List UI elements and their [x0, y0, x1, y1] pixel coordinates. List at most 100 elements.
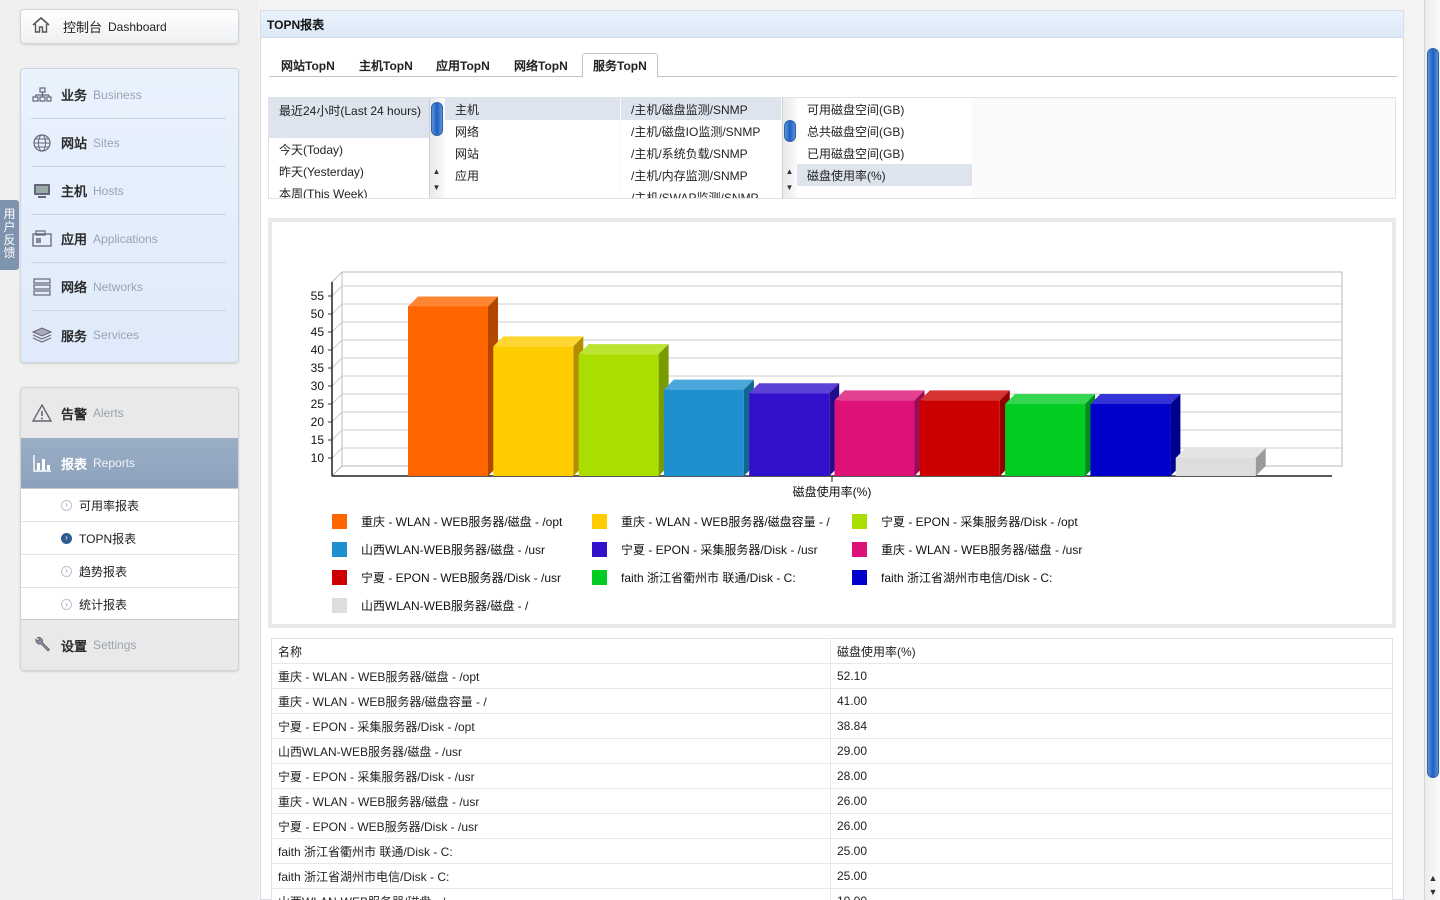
list-item[interactable]: 总共磁盘空间(GB) — [797, 120, 972, 142]
scroll-thumb[interactable] — [431, 102, 443, 136]
scroll-down-icon[interactable]: ▼ — [430, 182, 443, 194]
feedback-tab[interactable]: 用户反馈 — [0, 200, 19, 270]
type-list[interactable]: 主机 网络 网站 应用 — [445, 98, 620, 198]
table-row: 山西WLAN-WEB服务器/磁盘 - /10.00 — [272, 888, 1392, 900]
chevron-right-icon: › — [61, 599, 72, 610]
nav-label-zh: 报表 — [61, 456, 88, 472]
nav-label-zh: 告警 — [61, 406, 88, 422]
list-item[interactable]: 昨天(Yesterday) — [269, 160, 429, 182]
nav-item-business[interactable]: 业务 Business — [31, 71, 226, 119]
list-item[interactable]: 网络 — [445, 120, 620, 142]
y-tick-label: 50 — [311, 307, 325, 321]
secondary-nav: 告警 Alerts 报表 Reports › 可用率报表 › TOPN报表 › 趋势报… — [20, 387, 239, 671]
chevron-right-icon: › — [61, 499, 72, 511]
legend-label: 山西WLAN-WEB服务器/磁盘 - /usr — [361, 542, 545, 557]
y-tick-label: 35 — [311, 361, 325, 375]
monitor-list-scrollbar[interactable]: ▲ ▼ — [782, 98, 796, 198]
list-item[interactable]: 主机 — [445, 98, 620, 120]
list-item[interactable]: /主机/SWAP监测/SNMP — [621, 186, 781, 199]
cell-value: 25.00 — [837, 844, 868, 858]
dashboard-label-en: Dashboard — [108, 19, 167, 34]
cell-value: 25.00 — [837, 869, 868, 883]
metric-list[interactable]: 可用磁盘空间(GB) 总共磁盘空间(GB) 已用磁盘空间(GB) 磁盘使用率(%… — [797, 98, 972, 198]
list-item[interactable]: 已用磁盘空间(GB) — [797, 142, 972, 164]
nav-item-sites[interactable]: 网站 Sites — [31, 119, 226, 167]
time-range-list[interactable]: 最近24小时(Last 24 hours) 今天(Today) 昨天(Yeste… — [269, 98, 429, 198]
nav-label-zh: 业务 — [61, 88, 88, 103]
legend-swatch — [332, 570, 347, 585]
nav-item-hosts[interactable]: 主机 Hosts — [31, 167, 226, 215]
list-item[interactable]: 网站 — [445, 142, 620, 164]
reports-submenu: › 可用率报表 › TOPN报表 › 趋势报表 › 统计报表 — [21, 488, 238, 620]
legend-swatch — [332, 598, 347, 613]
nav-item-alerts[interactable]: 告警 Alerts — [21, 388, 238, 438]
list-item[interactable]: /主机/系统负载/SNMP — [621, 142, 781, 164]
bar — [919, 400, 1000, 476]
scroll-up-icon[interactable]: ▲ — [430, 166, 443, 178]
bar-top — [919, 390, 1010, 401]
list-item[interactable]: 最近24小时(Last 24 hours) — [269, 98, 429, 138]
services-icon — [31, 325, 53, 345]
list-item[interactable]: 可用磁盘空间(GB) — [797, 98, 972, 120]
bar-top — [663, 379, 754, 390]
column-header-name: 名称 — [272, 638, 831, 664]
dashboard-link[interactable]: 控制台 Dashboard — [20, 9, 239, 44]
nav-label-zh: 主机 — [61, 184, 88, 199]
nav-item-settings[interactable]: 设置 Settings — [21, 620, 238, 670]
list-item[interactable]: /主机/内存监测/SNMP — [621, 164, 781, 186]
page-scrollbar[interactable]: ▲ ▼ — [1424, 0, 1440, 900]
list-item[interactable]: 应用 — [445, 164, 620, 186]
scroll-up-icon[interactable]: ▲ — [783, 166, 796, 178]
tab-network-topn[interactable]: 网络TopN — [504, 53, 578, 77]
scroll-thumb[interactable] — [784, 120, 796, 142]
nav-label-zh: 设置 — [61, 638, 88, 654]
network-icon — [31, 277, 53, 297]
list-item[interactable]: 磁盘使用率(%) — [797, 164, 972, 186]
nav-item-services[interactable]: 服务 Services — [31, 311, 226, 359]
cell-name: 重庆 - WLAN - WEB服务器/磁盘 - /usr — [272, 788, 831, 814]
submenu-label: 趋势报表 — [79, 564, 128, 579]
y-tick-label: 15 — [311, 433, 325, 447]
tab-service-topn[interactable]: 服务TopN — [582, 53, 658, 78]
table-row: 宁夏 - EPON - 采集服务器/Disk - /usr 28.00 — [272, 763, 1392, 789]
nav-label-en: Alerts — [93, 406, 124, 420]
list-item[interactable]: 本周(This Week) — [269, 182, 429, 199]
cell-value: 41.00 — [837, 694, 868, 708]
list-item[interactable]: /主机/磁盘IO监测/SNMP — [621, 120, 781, 142]
legend-swatch — [852, 514, 867, 529]
tab-host-topn[interactable]: 主机TopN — [349, 53, 423, 77]
legend-label: 重庆 - WLAN - WEB服务器/磁盘容量 - / — [621, 514, 830, 529]
business-icon — [31, 85, 53, 105]
bar — [834, 400, 915, 476]
time-list-scrollbar[interactable]: ▲ ▼ — [429, 98, 443, 198]
submenu-availability-report[interactable]: › 可用率报表 — [21, 489, 238, 522]
list-item[interactable]: 今天(Today) — [269, 138, 429, 160]
monitor-list[interactable]: /主机/磁盘监测/SNMP /主机/磁盘IO监测/SNMP /主机/系统负载/S… — [621, 98, 781, 198]
main-nav: 业务 Business 网站 Sites 主机 Hosts 应用 Applica… — [20, 68, 239, 363]
nav-label-en: Networks — [93, 279, 144, 294]
cell-name: faith 浙江省湖州市电信/Disk - C: — [272, 863, 831, 889]
wrench-icon — [31, 635, 53, 655]
bar — [1005, 404, 1086, 476]
scroll-down-icon[interactable]: ▼ — [783, 182, 796, 194]
tab-site-topn[interactable]: 网站TopN — [271, 53, 345, 77]
y-tick-label: 45 — [311, 325, 325, 339]
cell-value: 28.00 — [837, 769, 868, 783]
nav-item-networks[interactable]: 网络 Networks — [31, 263, 226, 311]
scroll-down-icon[interactable]: ▼ — [1427, 886, 1439, 898]
scroll-thumb[interactable] — [1427, 48, 1439, 778]
list-item[interactable]: /主机/磁盘监测/SNMP — [621, 98, 781, 120]
submenu-trend-report[interactable]: › 趋势报表 — [21, 555, 238, 588]
scroll-up-icon[interactable]: ▲ — [1427, 872, 1439, 884]
bar — [408, 306, 488, 476]
nav-label-en: Hosts — [93, 183, 124, 198]
legend-label: 宁夏 - EPON - WEB服务器/Disk - /usr — [361, 570, 561, 585]
cell-name: 山西WLAN-WEB服务器/磁盘 - /usr — [272, 738, 831, 764]
nav-item-applications[interactable]: 应用 Applications — [31, 215, 226, 263]
nav-item-reports[interactable]: 报表 Reports — [21, 438, 238, 488]
tab-app-topn[interactable]: 应用TopN — [426, 53, 500, 77]
submenu-statistics-report[interactable]: › 统计报表 — [21, 588, 238, 621]
submenu-label: 统计报表 — [79, 598, 128, 612]
cell-value: 38.84 — [837, 719, 868, 733]
submenu-topn-report[interactable]: › TOPN报表 — [21, 522, 238, 555]
